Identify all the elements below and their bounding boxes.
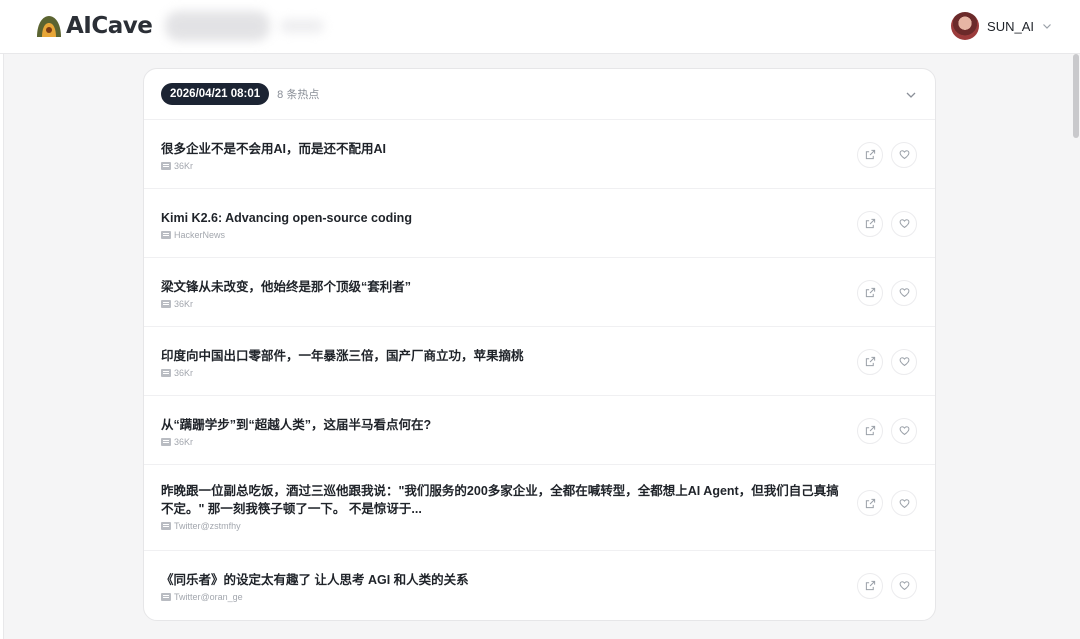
list-item: Kimi K2.6: Advancing open-source coding … bbox=[144, 189, 935, 258]
favorite-button[interactable] bbox=[891, 348, 917, 375]
app-logo[interactable]: AICave bbox=[36, 11, 153, 41]
open-link-button[interactable] bbox=[857, 141, 883, 168]
source-name: Twitter@oran_ge bbox=[174, 592, 243, 602]
list-item: 从“蹒跚学步”到“超越人类”，这届半马看点何在? 36Kr bbox=[144, 396, 935, 465]
item-actions bbox=[857, 490, 917, 516]
source-name: 36Kr bbox=[174, 161, 194, 171]
list-item: 梁文锋从未改变，他始终是那个顶级“套利者” 36Kr bbox=[144, 258, 935, 327]
news-icon bbox=[161, 438, 171, 446]
favorite-button[interactable] bbox=[891, 572, 917, 599]
chevron-down-icon[interactable] bbox=[904, 88, 918, 102]
open-link-button[interactable] bbox=[857, 490, 883, 516]
external-link-icon bbox=[865, 580, 875, 591]
topic-count: 8 条热点 bbox=[277, 89, 320, 101]
external-link-icon bbox=[865, 287, 875, 298]
source-name: Twitter@zstmfhy bbox=[174, 521, 241, 531]
favorite-button[interactable] bbox=[891, 417, 917, 444]
item-source: 36Kr bbox=[161, 299, 918, 309]
heart-icon bbox=[899, 498, 909, 508]
open-link-button[interactable] bbox=[857, 572, 883, 599]
hot-topics-card: 2026/04/21 08:01 8 条热点 很多企业不是不会用AI，而是还不配… bbox=[143, 68, 936, 621]
list-item: 《同乐者》的设定太有趣了 让人思考 AGI 和人类的关系 Twitter@ora… bbox=[144, 551, 935, 620]
scrollbar-thumb[interactable] bbox=[1073, 54, 1079, 138]
news-icon bbox=[161, 162, 171, 170]
favorite-button[interactable] bbox=[891, 141, 917, 168]
item-actions bbox=[857, 279, 917, 306]
source-name: 36Kr bbox=[174, 368, 194, 378]
username: SUN_AI bbox=[987, 18, 1034, 34]
source-name: 36Kr bbox=[174, 299, 194, 309]
top-header: AICave SUN_AI bbox=[0, 0, 1080, 54]
cave-logo-icon bbox=[37, 16, 61, 37]
list-item: 印度向中国出口零部件，一年暴涨三倍，国产厂商立功，苹果摘桃 36Kr bbox=[144, 327, 935, 396]
item-source: Twitter@zstmfhy bbox=[161, 521, 918, 531]
item-source: 36Kr bbox=[161, 368, 918, 378]
chevron-down-icon bbox=[1043, 24, 1051, 29]
source-name: HackerNews bbox=[174, 230, 226, 240]
item-title[interactable]: Kimi K2.6: Advancing open-source coding bbox=[161, 209, 841, 227]
item-source: HackerNews bbox=[161, 230, 918, 240]
topic-list: 很多企业不是不会用AI，而是还不配用AI 36Kr Kimi K2.6: Adv… bbox=[144, 120, 935, 620]
item-title[interactable]: 梁文锋从未改变，他始终是那个顶级“套利者” bbox=[161, 278, 841, 296]
external-link-icon bbox=[865, 425, 875, 436]
item-actions bbox=[857, 572, 917, 599]
external-link-icon bbox=[865, 356, 875, 367]
item-title[interactable]: 很多企业不是不会用AI，而是还不配用AI bbox=[161, 140, 841, 158]
page-scrollbar[interactable] bbox=[1072, 54, 1080, 639]
news-icon bbox=[161, 522, 171, 530]
news-icon bbox=[161, 369, 171, 377]
logo-text: AICave bbox=[66, 13, 153, 39]
item-actions bbox=[857, 210, 917, 237]
item-source: 36Kr bbox=[161, 161, 918, 171]
favorite-button[interactable] bbox=[891, 490, 917, 516]
news-icon bbox=[161, 300, 171, 308]
list-item: 很多企业不是不会用AI，而是还不配用AI 36Kr bbox=[144, 120, 935, 189]
heart-icon bbox=[899, 288, 909, 298]
item-actions bbox=[857, 348, 917, 375]
blurred-header-content bbox=[165, 11, 270, 41]
news-icon bbox=[161, 593, 171, 601]
card-header: 2026/04/21 08:01 8 条热点 bbox=[144, 69, 935, 120]
date-badge: 2026/04/21 08:01 bbox=[161, 83, 270, 105]
list-item: 昨晚跟一位副总吃饭，酒过三巡他跟我说："我们服务的200多家企业，全都在喊转型，… bbox=[144, 465, 935, 551]
user-menu[interactable]: SUN_AI bbox=[951, 11, 1052, 41]
heart-icon bbox=[899, 357, 909, 367]
item-actions bbox=[857, 417, 917, 444]
favorite-button[interactable] bbox=[891, 210, 917, 237]
favorite-button[interactable] bbox=[891, 279, 917, 306]
open-link-button[interactable] bbox=[857, 417, 883, 444]
heart-icon bbox=[899, 219, 909, 229]
item-source: 36Kr bbox=[161, 437, 918, 447]
news-icon bbox=[161, 231, 171, 239]
open-link-button[interactable] bbox=[857, 279, 883, 306]
external-link-icon bbox=[865, 149, 875, 160]
open-link-button[interactable] bbox=[857, 348, 883, 375]
blurred-header-content-small bbox=[280, 19, 324, 33]
item-title[interactable]: 昨晚跟一位副总吃饭，酒过三巡他跟我说："我们服务的200多家企业，全都在喊转型，… bbox=[161, 482, 841, 518]
item-title[interactable]: 从“蹒跚学步”到“超越人类”，这届半马看点何在? bbox=[161, 416, 841, 434]
avatar bbox=[951, 12, 980, 40]
heart-icon bbox=[899, 581, 909, 591]
item-source: Twitter@oran_ge bbox=[161, 592, 918, 602]
item-title[interactable]: 《同乐者》的设定太有趣了 让人思考 AGI 和人类的关系 bbox=[161, 571, 841, 589]
left-edge-strip bbox=[0, 0, 4, 639]
external-link-icon bbox=[865, 498, 875, 508]
open-link-button[interactable] bbox=[857, 210, 883, 237]
item-actions bbox=[857, 141, 917, 168]
heart-icon bbox=[899, 426, 909, 436]
source-name: 36Kr bbox=[174, 437, 194, 447]
item-title[interactable]: 印度向中国出口零部件，一年暴涨三倍，国产厂商立功，苹果摘桃 bbox=[161, 347, 841, 365]
heart-icon bbox=[899, 150, 909, 160]
external-link-icon bbox=[865, 218, 875, 229]
